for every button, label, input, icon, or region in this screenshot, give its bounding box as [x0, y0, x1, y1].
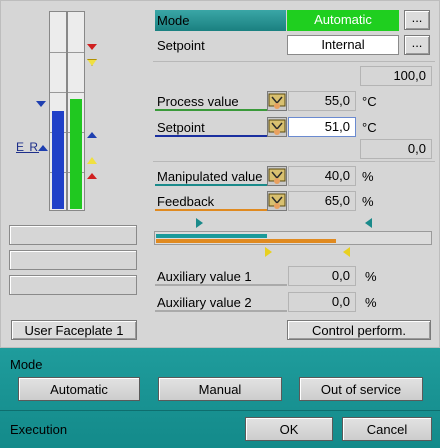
aux1-label: Auxiliary value 1 [157, 269, 252, 284]
op-high-marker-icon [343, 247, 350, 257]
status-box-1 [9, 225, 137, 245]
setpoint-input[interactable]: 51,0 [288, 117, 356, 137]
panel-divider [0, 410, 440, 411]
alarm-high-marker-icon [87, 44, 97, 50]
manual-button[interactable]: Manual [158, 377, 282, 401]
mode-value: Automatic [287, 10, 399, 31]
manipulated-value-field: 40,0 [288, 166, 356, 186]
separator-2 [153, 161, 435, 162]
command-panel: Mode Automatic Manual Out of service Exe… [0, 348, 440, 448]
limit-left-marker-icon [196, 218, 203, 228]
setpoint-source-more-button[interactable]: ... [404, 35, 430, 55]
limit-marker-icon [38, 145, 48, 151]
setpoint-source-label: Setpoint [157, 38, 205, 53]
setpoint-hand-icon[interactable] [267, 117, 287, 137]
feedback-hand-icon[interactable] [267, 191, 287, 211]
mode-label: Mode [157, 13, 190, 28]
faceplate-upper: E R User Faceplate 1 Mode Automatic ... … [0, 0, 440, 348]
process-value-bar-fill [52, 111, 64, 209]
mode-panel-title: Mode [10, 357, 43, 372]
feedback-unit: % [362, 194, 374, 209]
aux1-unit: % [365, 269, 377, 284]
cancel-button[interactable]: Cancel [342, 417, 432, 441]
feedback-field: 65,0 [288, 191, 356, 211]
aux1-underline [155, 284, 287, 286]
user-faceplate-button[interactable]: User Faceplate 1 [11, 320, 137, 340]
aux2-label: Auxiliary value 2 [157, 295, 252, 310]
process-value-label: Process value [157, 94, 239, 109]
scale-high-value: 100,0 [360, 66, 432, 86]
feedback-bar-fill [156, 239, 336, 243]
error-indicator[interactable]: E R [16, 140, 39, 154]
process-value-hand-icon[interactable] [267, 91, 287, 111]
separator-1 [153, 61, 435, 62]
setpoint-unit: °C [362, 120, 377, 135]
process-value-field: 55,0 [288, 91, 356, 111]
alarm-low-marker-icon [87, 173, 97, 179]
warning-low-marker-icon [87, 157, 97, 164]
setpoint-label: Setpoint [157, 120, 205, 135]
process-value-unit: °C [362, 94, 377, 109]
manipulated-bar-fill [156, 234, 267, 238]
manipulated-value-bar-fill [70, 99, 82, 209]
warning-high-marker-icon [87, 59, 97, 66]
manipulated-value-hand-icon[interactable] [267, 166, 287, 186]
scale-low-value: 0,0 [360, 139, 432, 159]
status-box-3 [9, 275, 137, 295]
out-of-service-button[interactable]: Out of service [299, 377, 423, 401]
op-low-marker-icon [265, 247, 272, 257]
setpoint-source-value: Internal [287, 35, 399, 55]
feedback-label: Feedback [157, 194, 215, 209]
manipulated-value-label: Manipulated value [157, 169, 263, 184]
process-value-bar [49, 11, 67, 211]
ok-button[interactable]: OK [245, 417, 333, 441]
tolerance-marker-icon [87, 132, 97, 138]
mode-more-button[interactable]: ... [404, 10, 430, 30]
control-perform-button[interactable]: Control perform. [287, 320, 431, 340]
automatic-button[interactable]: Automatic [18, 377, 140, 401]
setpoint-marker-icon [36, 101, 46, 107]
aux2-field: 0,0 [288, 292, 356, 312]
aux2-underline [155, 310, 287, 312]
output-bargraph [154, 231, 432, 245]
manipulated-value-bar [67, 11, 85, 211]
manipulated-value-unit: % [362, 169, 374, 184]
aux2-unit: % [365, 295, 377, 310]
status-box-2 [9, 250, 137, 270]
limit-right-marker-icon [365, 218, 372, 228]
execution-title: Execution [10, 422, 68, 437]
aux1-field: 0,0 [288, 266, 356, 286]
